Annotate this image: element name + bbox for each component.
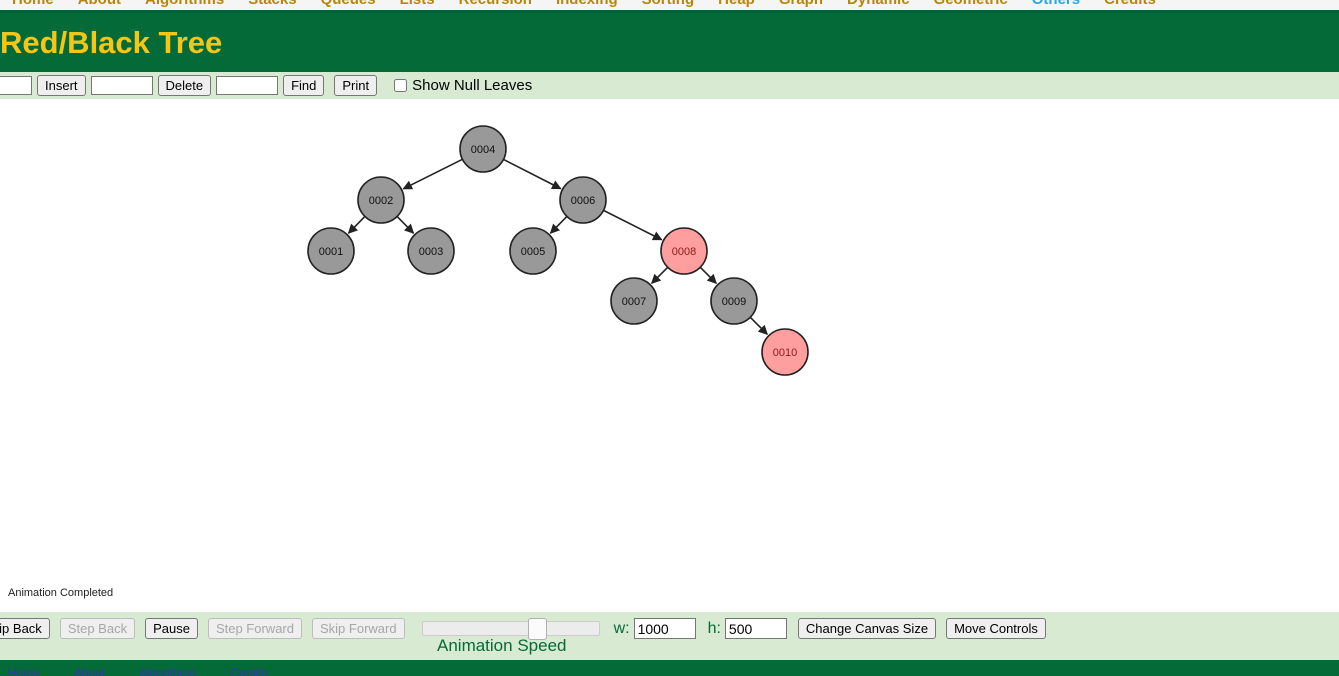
topnav-link-home[interactable]: Home (0, 0, 66, 10)
insert-input[interactable] (0, 76, 32, 95)
step-back-button[interactable]: Step Back (59, 618, 136, 639)
node-label: 0002 (369, 195, 393, 207)
tree-edge (603, 209, 663, 241)
tree-node-0005[interactable]: 0005 (509, 227, 557, 275)
print-button[interactable]: Print (334, 75, 378, 96)
page-title: Red/Black Tree (0, 25, 223, 60)
skip-forward-button[interactable]: Skip Forward (312, 618, 405, 639)
node-label: 0007 (622, 296, 646, 308)
app-root: HomeAboutAlgorithmsStacksQueuesListsRecu… (0, 0, 1339, 676)
topnav-link-recursion[interactable]: Recursion (447, 0, 544, 10)
tree-edge (396, 215, 415, 234)
node-label: 0009 (722, 296, 746, 308)
tree-node-0002[interactable]: 0002 (357, 176, 405, 224)
tree-node-0004[interactable]: 0004 (459, 125, 507, 173)
delete-input[interactable] (90, 76, 153, 95)
show-null-leaves-checkbox[interactable] (394, 79, 408, 92)
show-null-leaves-label: Show Null Leaves (412, 77, 533, 94)
tree-edge (347, 215, 366, 234)
title-banner: Red/Black Tree (0, 13, 1339, 72)
footer-link-algorithms[interactable]: Algorithms (139, 666, 196, 676)
topnav-link-dynamic[interactable]: Dynamic (835, 0, 922, 10)
tree-node-0007[interactable]: 0007 (610, 277, 658, 325)
canvas-width-label: w: (613, 619, 630, 637)
node-label: 0008 (672, 246, 696, 258)
topnav-link-lists[interactable]: Lists (388, 0, 447, 10)
status-line: Animation Completed (0, 580, 1339, 612)
node-label: 0010 (773, 347, 797, 359)
find-input[interactable] (216, 76, 279, 95)
topnav-link-geometric[interactable]: Geometric (922, 0, 1020, 10)
topnav-link-about[interactable]: About (66, 0, 133, 10)
move-controls-button[interactable]: Move Controls (946, 618, 1046, 639)
topnav-link-credits[interactable]: Credits (1092, 0, 1168, 10)
algorithm-controls-bar: Insert Delete Find Print Show Null Leave… (0, 72, 1339, 99)
footer-bar: Home About Algorithms Credits (0, 660, 1339, 676)
tree-node-0008[interactable]: 0008 (660, 227, 708, 275)
node-label: 0003 (419, 246, 443, 258)
animation-speed-slider[interactable] (421, 618, 600, 640)
topnav-link-queues[interactable]: Queues (309, 0, 388, 10)
delete-button[interactable]: Delete (157, 75, 212, 96)
insert-button[interactable]: Insert (37, 75, 86, 96)
topnav-link-stacks[interactable]: Stacks (236, 0, 308, 10)
tree-node-0001[interactable]: 0001 (307, 227, 355, 275)
canvas-width-input[interactable] (633, 618, 696, 639)
canvas-height-label: h: (707, 619, 721, 637)
tree-node-0006[interactable]: 0006 (559, 176, 607, 224)
tree-edge (503, 158, 562, 190)
topnav-link-heap[interactable]: Heap (706, 0, 767, 10)
topnav-link-sorting[interactable]: Sorting (630, 0, 707, 10)
tree-nodes: 0004 0002 0006 0001 0003 0005 0008 0007 0009 0010 (307, 125, 809, 376)
canvas-height-input[interactable] (724, 618, 787, 639)
tree-node-0009[interactable]: 0009 (710, 277, 758, 325)
change-canvas-size-button[interactable]: Change Canvas Size (797, 618, 937, 639)
tree-edge (749, 316, 769, 336)
topnav-link-graph[interactable]: Graph (767, 0, 835, 10)
footer-link-about[interactable]: About (74, 666, 105, 676)
node-label: 0004 (471, 144, 495, 156)
footer-link-home[interactable]: Home (8, 666, 40, 676)
node-label: 0006 (571, 195, 595, 207)
top-navigation-bar[interactable]: HomeAboutAlgorithmsStacksQueuesListsRecu… (0, 0, 1339, 10)
tree-edge (402, 158, 463, 190)
topnav-link-algorithms[interactable]: Algorithms (133, 0, 236, 10)
animation-controls-bar: Skip Back Step Back Pause Step Forward S… (0, 612, 1339, 660)
show-null-leaves-control[interactable]: Show Null Leaves (394, 77, 532, 94)
skip-back-button[interactable]: Skip Back (0, 618, 50, 639)
tree-edge (549, 215, 568, 234)
tree-canvas[interactable]: 0004 0002 0006 0001 0003 0005 0008 0007 0009 0010 (0, 99, 1339, 580)
step-forward-button[interactable]: Step Forward (207, 618, 302, 639)
status-text: Animation Completed (8, 587, 114, 599)
topnav-link-indexing[interactable]: Indexing (544, 0, 630, 10)
topnav-link-others[interactable]: Others (1020, 0, 1092, 10)
tree-node-0010[interactable]: 0010 (761, 328, 809, 376)
footer-link-credits[interactable]: Credits (230, 666, 268, 676)
find-button[interactable]: Find (283, 75, 325, 96)
top-navigation-links[interactable]: HomeAboutAlgorithmsStacksQueuesListsRecu… (0, 0, 1168, 10)
animation-speed-label: Animation Speed (437, 636, 567, 655)
footer-links[interactable]: Home About Algorithms Credits (8, 666, 302, 676)
pause-button[interactable]: Pause (145, 618, 198, 639)
tree-edge (650, 266, 669, 285)
tree-node-0003[interactable]: 0003 (407, 227, 455, 275)
tree-edge (699, 266, 718, 285)
tree-graphic: 0004 0002 0006 0001 0003 0005 0008 0007 0009 0010 (307, 125, 809, 376)
node-label: 0001 (319, 246, 343, 258)
node-label: 0005 (521, 246, 545, 258)
